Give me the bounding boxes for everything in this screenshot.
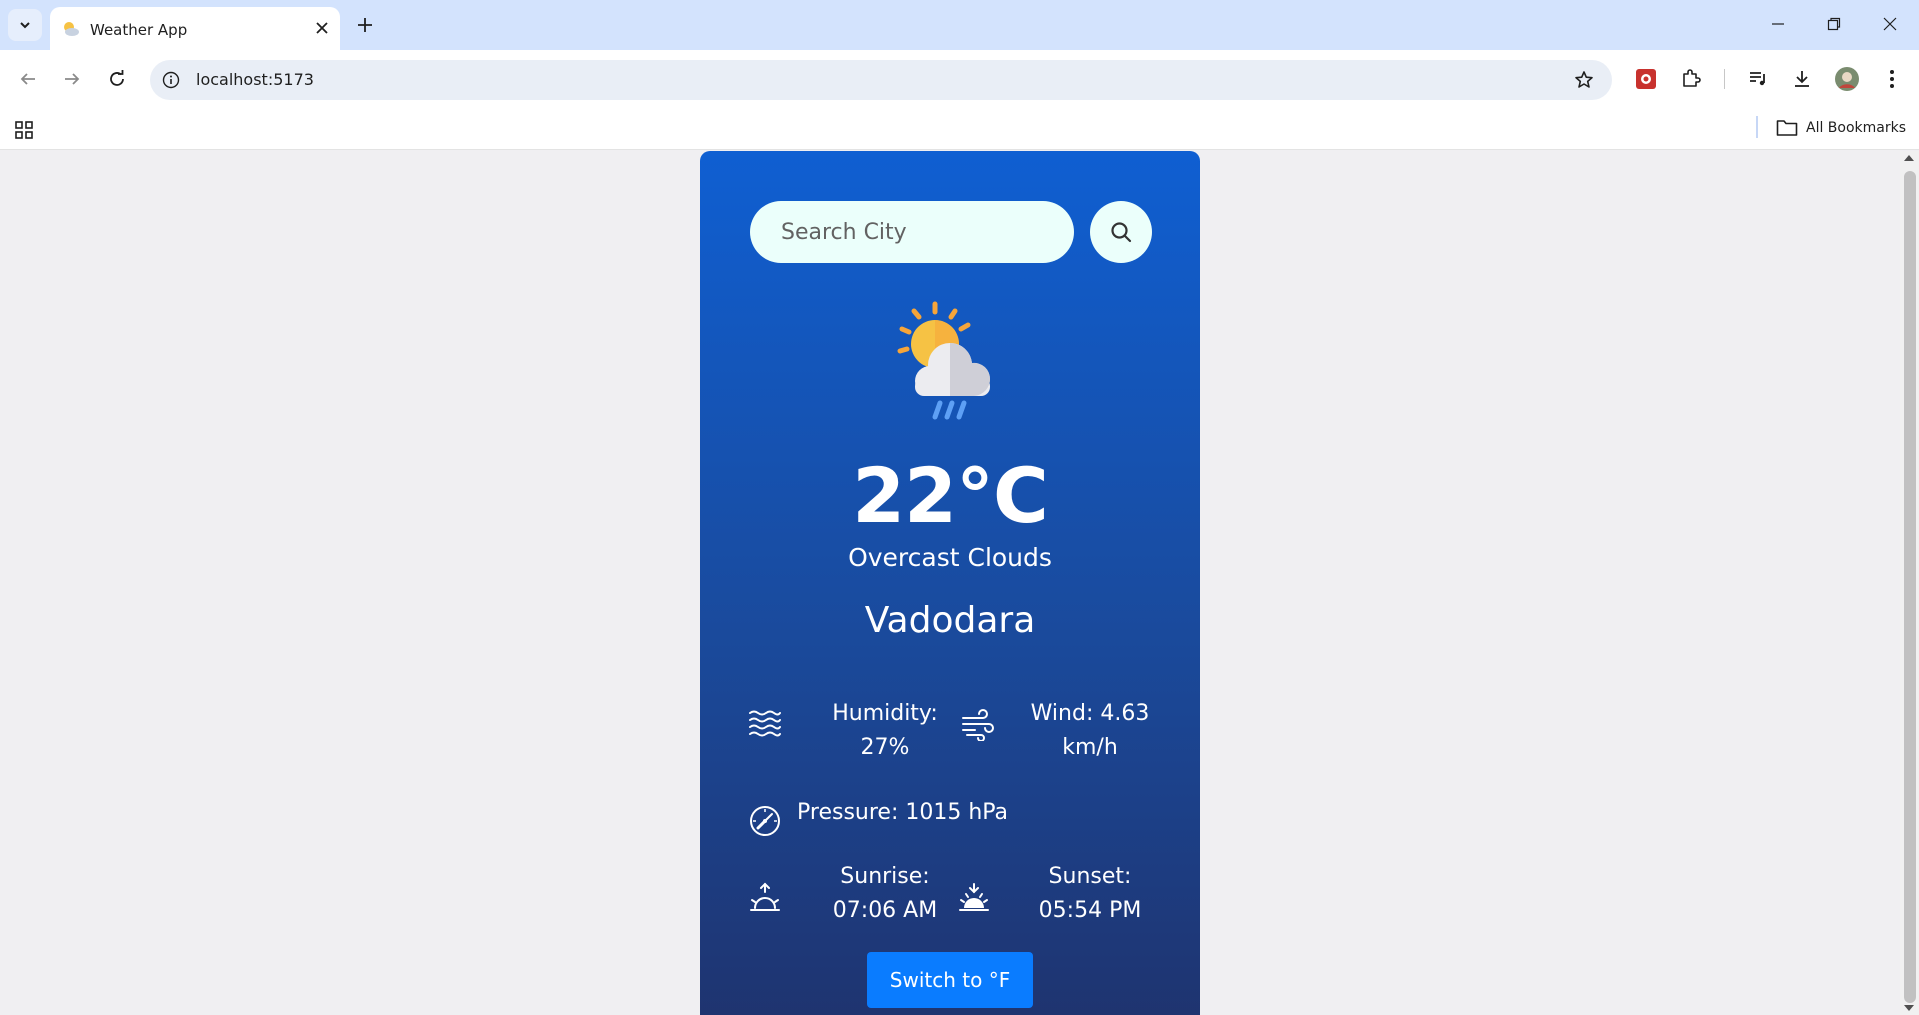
reload-icon [110,70,124,86]
bookmark-star-icon[interactable] [1572,68,1596,92]
close-icon [1883,17,1897,31]
sunset-label: Sunset: [1048,864,1132,889]
page-viewport: 22°C Overcast Clouds Vadodara Humidity: … [0,151,1900,1015]
humidity-waves-icon [747,706,783,742]
all-bookmarks-label: All Bookmarks [1806,120,1907,136]
reload-button[interactable] [101,63,133,95]
restore-button[interactable] [1814,8,1854,40]
extensions-puzzle-icon[interactable] [1675,63,1707,95]
weather-card: 22°C Overcast Clouds Vadodara Humidity: … [700,151,1200,1015]
sunrise-time: 07:06 AM [832,898,938,923]
switch-unit-button[interactable]: Switch to °F [867,952,1033,1008]
arrow-left-icon [20,73,35,85]
back-button[interactable] [12,63,44,95]
close-tab-icon[interactable] [312,18,332,38]
more-menu-icon[interactable] [1876,63,1908,95]
city-name: Vadodara [864,600,1036,641]
media-control-icon[interactable] [1742,63,1774,95]
profile-avatar[interactable] [1831,63,1863,95]
bookmarks-divider [1756,116,1758,138]
page-scrollbar[interactable] [1900,151,1919,1015]
wind-icon [960,706,996,742]
humidity-stat: Humidity: 27% [800,697,970,765]
partly-cloudy-rain-icon [897,301,991,420]
humidity-value: 27% [860,735,910,760]
sunset-stat: Sunset: 05:54 PM [1000,860,1180,928]
apps-grid-icon[interactable] [12,118,36,142]
sunrise-stat: Sunrise: 07:06 AM [800,860,970,928]
chevron-down-icon [20,22,30,29]
weather-favicon-icon [64,22,79,36]
bookmarks-bar: All Bookmarks [0,108,1919,150]
temperature: 22°C [852,451,1049,540]
sunrise-label: Sunrise: [840,864,930,889]
toolbar-divider [1724,69,1725,89]
pressure-gauge-icon [747,803,783,839]
sunset-time: 05:54 PM [1038,898,1142,923]
plus-icon [358,18,372,32]
url-text: localhost:5173 [196,70,314,89]
sunset-icon [956,881,992,917]
search-button[interactable] [1090,201,1152,263]
download-icon[interactable] [1786,63,1818,95]
site-info-icon[interactable] [160,69,182,91]
new-tab-button[interactable] [352,12,378,38]
sunrise-icon [747,881,783,917]
extension-app-icon[interactable] [1630,63,1662,95]
scroll-thumb[interactable] [1904,171,1916,1003]
address-bar[interactable]: localhost:5173 [150,60,1612,100]
wind-stat: Wind: 4.63 km/h [1000,697,1180,765]
weather-description: Overcast Clouds [848,543,1052,572]
minimize-icon [1772,23,1784,25]
humidity-label: Humidity: [832,701,938,726]
tab-title: Weather App [90,21,188,39]
all-bookmarks-button[interactable]: All Bookmarks [1776,116,1906,140]
wind-label: Wind: 4.63 [1030,701,1150,726]
folder-icon [1776,120,1798,136]
tab-strip: Weather App [0,0,1919,50]
minimize-button[interactable] [1758,8,1798,40]
wind-unit: km/h [1062,735,1118,760]
scroll-down-arrow[interactable] [1904,1005,1914,1011]
search-city-input[interactable] [750,201,1074,263]
scroll-up-arrow[interactable] [1904,155,1914,161]
tab-search-button[interactable] [8,9,42,41]
pressure-value: Pressure: 1015 hPa [797,800,1009,825]
forward-button[interactable] [56,63,88,95]
restore-icon [1827,17,1841,31]
tab-weather-app[interactable]: Weather App [50,7,340,50]
close-window-button[interactable] [1870,8,1910,40]
browser-toolbar: localhost:5173 [0,50,1919,108]
arrow-right-icon [65,73,80,85]
search-icon [1111,222,1132,243]
